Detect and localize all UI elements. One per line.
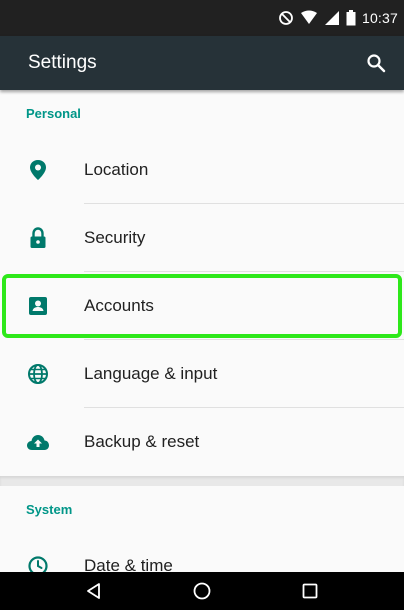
wifi-icon	[300, 10, 318, 26]
home-icon[interactable]	[187, 576, 217, 606]
clock-icon	[26, 554, 50, 572]
signal-icon	[324, 10, 340, 26]
settings-item-label: Date & time	[84, 556, 173, 572]
account-box-icon	[26, 294, 50, 318]
settings-item-label: Accounts	[84, 296, 154, 315]
battery-icon	[346, 10, 356, 26]
settings-item-accounts[interactable]: Accounts	[0, 272, 404, 340]
settings-item-label: Location	[84, 160, 149, 179]
recents-icon[interactable]	[295, 576, 325, 606]
search-icon[interactable]	[364, 51, 388, 75]
back-icon[interactable]	[79, 576, 109, 606]
navigation-bar	[0, 572, 404, 610]
section-header-system: System	[26, 501, 73, 517]
globe-icon	[26, 362, 50, 386]
section-divider	[0, 476, 404, 486]
do-not-disturb-icon	[278, 10, 294, 26]
settings-item-label: Security	[84, 228, 146, 247]
location-pin-icon	[26, 158, 50, 182]
settings-item-security[interactable]: Security	[0, 204, 404, 272]
status-bar: 10:37	[0, 0, 404, 36]
settings-item-date-time[interactable]: Date & time	[0, 532, 404, 572]
page-title: Settings	[28, 52, 97, 73]
settings-item-label: Backup & reset	[84, 432, 200, 451]
settings-item-backup-reset[interactable]: Backup & reset	[0, 408, 404, 476]
status-clock: 10:37	[361, 10, 398, 26]
settings-screen: 10:37 Settings Personal Location Securit…	[0, 0, 404, 610]
settings-item-language-input[interactable]: Language & input	[0, 340, 404, 408]
settings-item-label: Language & input	[84, 364, 218, 383]
lock-icon	[26, 226, 50, 250]
app-bar: Settings	[0, 36, 404, 90]
settings-item-location[interactable]: Location	[0, 136, 404, 204]
settings-list: Personal Location Security Accounts Lang…	[0, 90, 404, 572]
cloud-upload-icon	[26, 430, 50, 454]
section-header-personal: Personal	[26, 105, 81, 121]
